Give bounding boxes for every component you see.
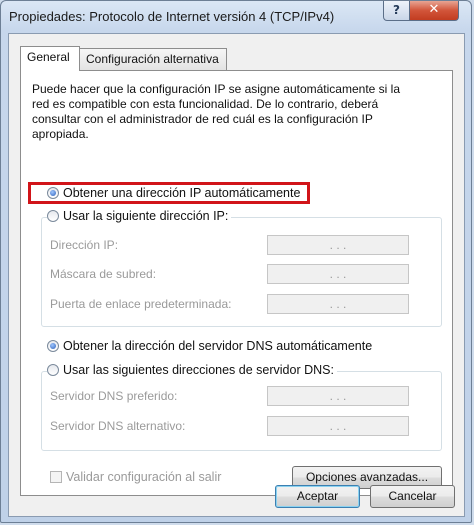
auto-dns-radio[interactable] — [47, 340, 59, 352]
manual-ip-label: Usar la siguiente dirección IP: — [63, 209, 229, 223]
preferred-dns-field[interactable]: . . . — [267, 386, 409, 406]
preferred-dns-label: Servidor DNS preferido: — [50, 389, 178, 403]
auto-dns-option[interactable]: Obtener la dirección del servidor DNS au… — [47, 339, 372, 353]
alternate-dns-dots: . . . — [329, 419, 347, 433]
tab-general[interactable]: General — [20, 46, 80, 71]
help-button[interactable]: ? — [383, 1, 410, 21]
validate-checkbox[interactable] — [50, 471, 62, 483]
properties-dialog: Propiedades: Protocolo de Internet versi… — [0, 0, 472, 523]
alternate-dns-label: Servidor DNS alternativo: — [50, 419, 186, 433]
default-gateway-field[interactable]: . . . — [267, 294, 409, 314]
subnet-mask-dots: . . . — [329, 267, 347, 281]
manual-dns-label: Usar las siguientes direcciones de servi… — [63, 363, 334, 377]
manual-ip-radio[interactable] — [47, 210, 59, 222]
auto-dns-label: Obtener la dirección del servidor DNS au… — [63, 339, 373, 353]
default-gateway-dots: . . . — [329, 297, 347, 311]
manual-dns-radio[interactable] — [47, 364, 59, 376]
intro-text: Puede hacer que la configuración IP se a… — [32, 82, 401, 141]
ip-address-label: Dirección IP: — [50, 238, 119, 252]
validate-label: Validar configuración al salir — [66, 470, 222, 484]
manual-ip-option[interactable]: Usar la siguiente dirección IP: — [47, 209, 232, 223]
close-button[interactable]: ✕ — [409, 1, 459, 21]
dialog-client-area: General Configuración alternativa Puede … — [8, 33, 465, 517]
auto-ip-radio[interactable] — [47, 187, 59, 199]
default-gateway-label: Puerta de enlace predeterminada: — [50, 297, 232, 311]
ip-address-dots: . . . — [329, 238, 347, 252]
window-title: Propiedades: Protocolo de Internet versi… — [9, 9, 335, 24]
preferred-dns-dots: . . . — [329, 389, 347, 403]
manual-dns-option[interactable]: Usar las siguientes direcciones de servi… — [47, 363, 337, 377]
ok-button[interactable]: Aceptar — [275, 485, 360, 508]
ip-address-field[interactable]: . . . — [267, 235, 409, 255]
cancel-button[interactable]: Cancelar — [370, 485, 455, 508]
validate-option[interactable]: Validar configuración al salir — [50, 470, 221, 484]
title-bar: Propiedades: Protocolo de Internet versi… — [1, 1, 471, 33]
manual-dns-group — [41, 371, 442, 451]
auto-ip-option[interactable]: Obtener una dirección IP automáticamente — [47, 186, 300, 200]
alternate-dns-field[interactable]: . . . — [267, 416, 409, 436]
auto-ip-label: Obtener una dirección IP automáticamente — [63, 186, 301, 200]
subnet-mask-label: Máscara de subred: — [50, 267, 157, 281]
subnet-mask-field[interactable]: . . . — [267, 264, 409, 284]
general-tab-panel: Puede hacer que la configuración IP se a… — [20, 70, 453, 496]
tab-alternate-configuration[interactable]: Configuración alternativa — [79, 48, 227, 70]
